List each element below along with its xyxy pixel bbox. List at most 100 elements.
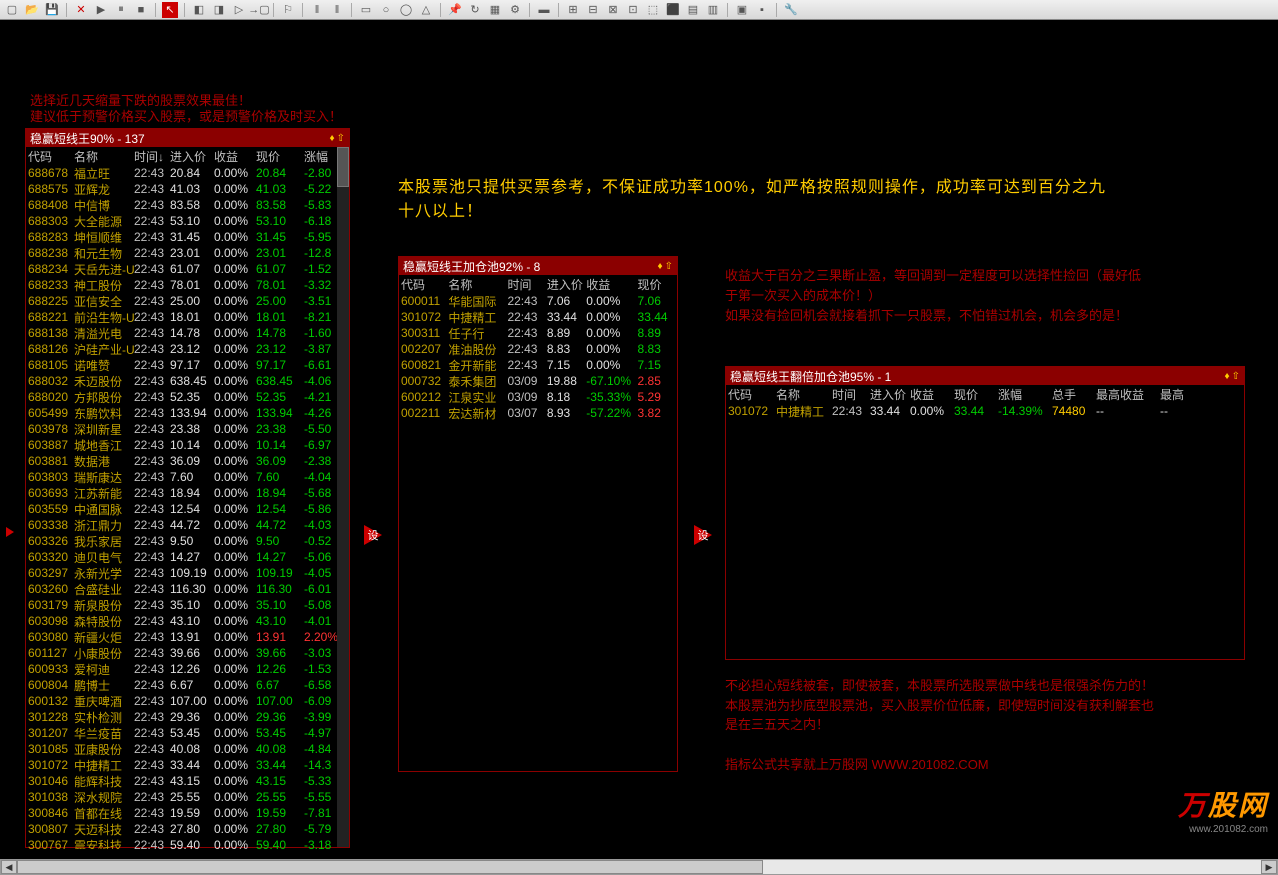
table-row[interactable]: 600011华能国际22:437.060.00%7.06: [399, 293, 677, 309]
scroll-left-icon[interactable]: ◀: [1, 860, 17, 874]
col-header[interactable]: 进入价: [170, 148, 214, 165]
table-row[interactable]: 688575亚辉龙22:4341.030.00%41.03-5.22: [26, 181, 349, 197]
table-row[interactable]: 688126沪硅产业-U22:4323.120.00%23.12-3.87: [26, 341, 349, 357]
panel3-down-icon[interactable]: ♦: [1225, 371, 1230, 382]
table-row[interactable]: 688283坤恒顺维22:4331.450.00%31.45-5.95: [26, 229, 349, 245]
tb-s7-icon[interactable]: ▤: [685, 2, 701, 18]
table-row[interactable]: 301046能辉科技22:4343.150.00%43.15-5.33: [26, 773, 349, 789]
table-row[interactable]: 002207准油股份22:438.830.00%8.83: [399, 341, 677, 357]
table-row[interactable]: 688221前沿生物-U22:4318.010.00%18.01-8.21: [26, 309, 349, 325]
panel2-header[interactable]: 稳赢短线王加仓池92% - 8 ♦ ⇧: [399, 257, 677, 275]
table-row[interactable]: 603260合盛硅业22:43116.300.00%116.30-6.01: [26, 581, 349, 597]
table-row[interactable]: 600933爱柯迪22:4312.260.00%12.26-1.53: [26, 661, 349, 677]
col-header[interactable]: 最高: [1160, 386, 1200, 403]
table-row[interactable]: 605499东鹏饮料22:43133.940.00%133.94-4.26: [26, 405, 349, 421]
panel2-down-icon[interactable]: ♦: [658, 261, 663, 272]
tb-fwd-icon[interactable]: ▷: [231, 2, 247, 18]
table-row[interactable]: 603693江苏新能22:4318.940.00%18.94-5.68: [26, 485, 349, 501]
tb-pause-icon[interactable]: ⏸: [113, 2, 129, 18]
tb-stop-icon[interactable]: ■: [133, 2, 149, 18]
table-row[interactable]: 603559中通国脉22:4312.540.00%12.54-5.86: [26, 501, 349, 517]
tb-circ2-icon[interactable]: ◯: [398, 2, 414, 18]
col-header[interactable]: 现价: [954, 386, 998, 403]
tb-refresh-icon[interactable]: ↻: [467, 2, 483, 18]
table-row[interactable]: 688105诺唯赞22:4397.170.00%97.17-6.61: [26, 357, 349, 373]
col-header[interactable]: 进入价: [547, 276, 586, 293]
panel1-up-icon[interactable]: ⇧: [337, 133, 345, 144]
table-row[interactable]: 688678福立旺22:4320.840.00%20.84-2.80: [26, 165, 349, 181]
tb-s3-icon[interactable]: ⊠: [605, 2, 621, 18]
col-header[interactable]: 代码: [728, 386, 776, 403]
table-row[interactable]: 301072中捷精工22:4333.440.00%33.44: [399, 309, 677, 325]
tb-bar2-icon[interactable]: ‖: [329, 2, 345, 18]
panel1-scroll-thumb[interactable]: [337, 147, 349, 187]
tb-s2-icon[interactable]: ⊟: [585, 2, 601, 18]
col-header[interactable]: 名称: [74, 148, 134, 165]
tb-grid-icon[interactable]: ▦: [487, 2, 503, 18]
table-row[interactable]: 603881数据港22:4336.090.00%36.09-2.38: [26, 453, 349, 469]
table-row[interactable]: 300846首都在线22:4319.590.00%19.59-7.81: [26, 805, 349, 821]
scroll-right-icon[interactable]: ▶: [1261, 860, 1277, 874]
tb-tool-icon[interactable]: 🔧: [783, 2, 799, 18]
panel2-up-icon[interactable]: ⇧: [665, 261, 673, 272]
col-header[interactable]: 时间↓: [134, 148, 170, 165]
col-header[interactable]: 现价: [256, 148, 304, 165]
tb-play-icon[interactable]: ▶: [93, 2, 109, 18]
tb-circ-icon[interactable]: ○: [378, 2, 394, 18]
col-header[interactable]: 名称: [776, 386, 832, 403]
table-row[interactable]: 688225亚信安全22:4325.000.00%25.00-3.51: [26, 293, 349, 309]
tb-s6-icon[interactable]: ⬛: [665, 2, 681, 18]
table-row[interactable]: 601127小康股份22:4339.660.00%39.66-3.03: [26, 645, 349, 661]
scroll-thumb[interactable]: [17, 860, 763, 874]
table-row[interactable]: 603320迪贝电气22:4314.270.00%14.27-5.06: [26, 549, 349, 565]
tb-s5-icon[interactable]: ⬚: [645, 2, 661, 18]
table-row[interactable]: 603326我乐家居22:439.500.00%9.50-0.52: [26, 533, 349, 549]
col-header[interactable]: 收益: [586, 276, 637, 293]
panel1-scrollbar[interactable]: [337, 147, 349, 847]
tb-save-icon[interactable]: 💾: [44, 2, 60, 18]
tb-g2-icon[interactable]: ▪: [754, 2, 770, 18]
tb-chart-icon[interactable]: ◧: [191, 2, 207, 18]
panel3-rows[interactable]: 301072中捷精工22:4333.440.00%33.44-14.39%744…: [726, 403, 1244, 661]
table-row[interactable]: 603803瑞斯康达22:437.600.00%7.60-4.04: [26, 469, 349, 485]
table-row[interactable]: 000732泰禾集团03/0919.88-67.10%2.85: [399, 373, 677, 389]
tb-rect-icon[interactable]: ▭: [358, 2, 374, 18]
table-row[interactable]: 300311任子行22:438.890.00%8.89: [399, 325, 677, 341]
table-row[interactable]: 600132重庆啤酒22:43107.000.00%107.00-6.09: [26, 693, 349, 709]
tb-rect2-icon[interactable]: ▬: [536, 2, 552, 18]
tb-open-icon[interactable]: 📂: [24, 2, 40, 18]
tb-s8-icon[interactable]: ▥: [705, 2, 721, 18]
col-header[interactable]: 代码: [28, 148, 74, 165]
table-row[interactable]: 600821金开新能22:437.150.00%7.15: [399, 357, 677, 373]
table-row[interactable]: 688032禾迈股份22:43638.450.00%638.45-4.06: [26, 373, 349, 389]
table-row[interactable]: 603978深圳新星22:4323.380.00%23.38-5.50: [26, 421, 349, 437]
table-row[interactable]: 688303大全能源22:4353.100.00%53.10-6.18: [26, 213, 349, 229]
table-row[interactable]: 688238和元生物22:4323.010.00%23.01-12.8: [26, 245, 349, 261]
col-header[interactable]: 总手: [1052, 386, 1096, 403]
table-row[interactable]: 603297永新光学22:43109.190.00%109.19-4.05: [26, 565, 349, 581]
tb-cursor-icon[interactable]: ↖: [162, 2, 178, 18]
table-row[interactable]: 688138清溢光电22:4314.780.00%14.78-1.60: [26, 325, 349, 341]
table-row[interactable]: 301038深水规院22:4325.550.00%25.55-5.55: [26, 789, 349, 805]
table-row[interactable]: 603338浙江鼎力22:4344.720.00%44.72-4.03: [26, 517, 349, 533]
tb-bar1-icon[interactable]: ‖: [309, 2, 325, 18]
table-row[interactable]: 688020方邦股份22:4352.350.00%52.35-4.21: [26, 389, 349, 405]
panel3-header[interactable]: 稳赢短线王翻倍加仓池95% - 1 ♦ ⇧: [726, 367, 1244, 385]
table-row[interactable]: 688234天岳先进-U22:4361.070.00%61.07-1.52: [26, 261, 349, 277]
table-row[interactable]: 301072中捷精工22:4333.440.00%33.44-14.39%744…: [726, 403, 1244, 419]
table-row[interactable]: 301085亚康股份22:4340.080.00%40.08-4.84: [26, 741, 349, 757]
table-row[interactable]: 301072中捷精工22:4333.440.00%33.44-14.3: [26, 757, 349, 773]
tb-settings-icon[interactable]: ⚙: [507, 2, 523, 18]
table-row[interactable]: 688233神工股份22:4378.010.00%78.01-3.32: [26, 277, 349, 293]
scroll-track[interactable]: [17, 860, 1261, 874]
col-header[interactable]: 进入价: [870, 386, 910, 403]
table-row[interactable]: 603887城地香江22:4310.140.00%10.14-6.97: [26, 437, 349, 453]
col-header[interactable]: 涨幅: [998, 386, 1052, 403]
col-header[interactable]: 时间: [832, 386, 870, 403]
tb-s1-icon[interactable]: ⊞: [565, 2, 581, 18]
tb-close-icon[interactable]: ✕: [73, 2, 89, 18]
table-row[interactable]: 688408中信博22:4383.580.00%83.58-5.83: [26, 197, 349, 213]
col-header[interactable]: 最高收益: [1096, 386, 1160, 403]
panel1-rows[interactable]: 688678福立旺22:4320.840.00%20.84-2.80688575…: [26, 165, 349, 849]
table-row[interactable]: 300767震安科技22:4359.400.00%59.40-3.18: [26, 837, 349, 849]
